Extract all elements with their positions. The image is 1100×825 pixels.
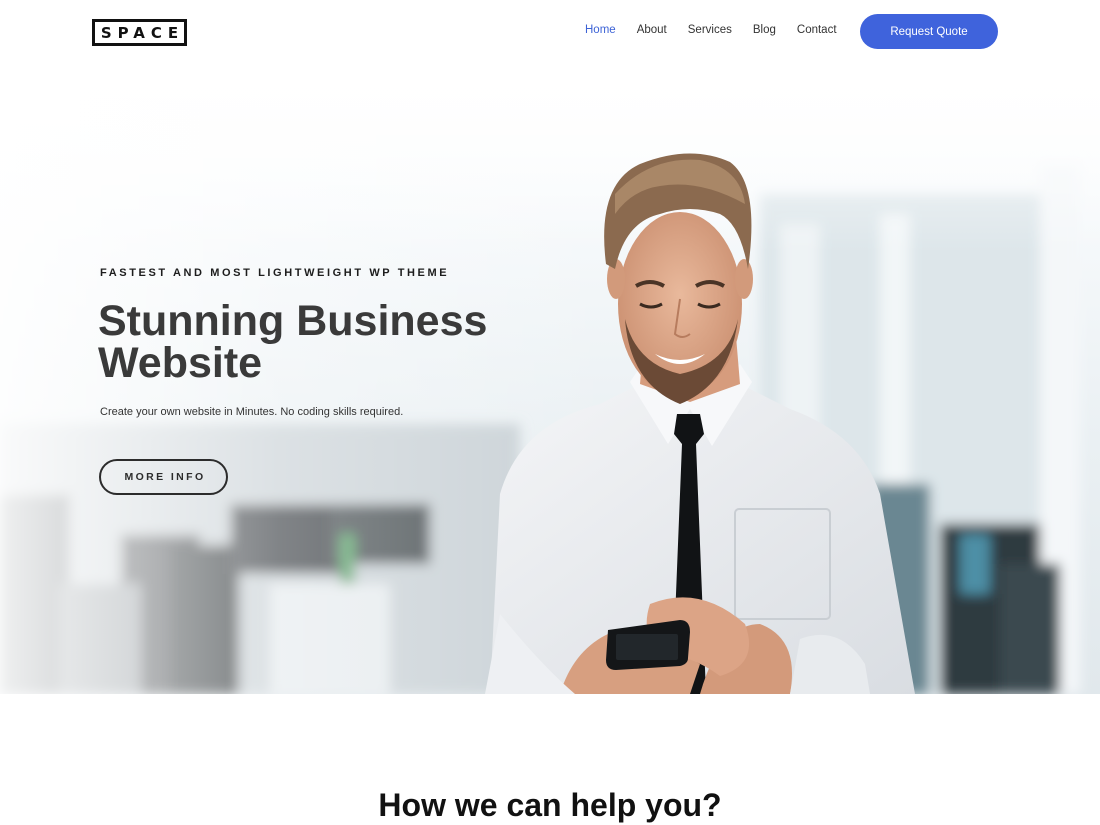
section-title: How we can help you? [378,787,722,823]
nav-item-about[interactable]: About [637,24,667,36]
main-nav: Home About Services Blog Contact [585,24,858,36]
nav-item-contact[interactable]: Contact [797,24,837,36]
hero-headline: Stunning Business Website [98,297,488,387]
nav-item-home[interactable]: Home [585,24,616,36]
hero-subtext: Create your own website in Minutes. No c… [100,406,404,418]
hero-section: FASTEST AND MOST LIGHTWEIGHT WP THEME St… [0,64,1100,694]
site-logo[interactable]: SPACE [92,19,187,46]
nav-item-blog[interactable]: Blog [753,24,776,36]
hero-eyebrow: FASTEST AND MOST LIGHTWEIGHT WP THEME [100,267,450,279]
site-header: SPACE Home About Services Blog Contact R… [0,0,1100,64]
more-info-button[interactable]: MORE INFO [99,459,228,495]
nav-item-services[interactable]: Services [688,24,732,36]
request-quote-button[interactable]: Request Quote [860,14,998,49]
